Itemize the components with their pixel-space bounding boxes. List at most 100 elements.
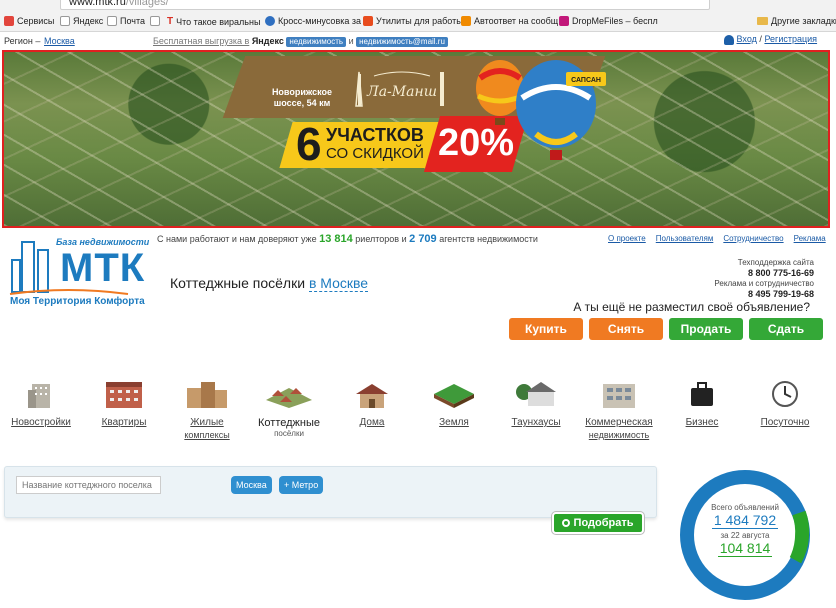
bookmark-mail[interactable]: Почта (107, 16, 145, 26)
sapsan-logo: САПСАН (571, 77, 601, 84)
bookmark-label: Кросс-минусовка за (278, 16, 361, 26)
bookmark-blank[interactable] (150, 16, 160, 26)
slash: / (759, 34, 762, 44)
city-selector[interactable]: в Москве (308, 275, 369, 292)
discount-label: СО СКИДКОЙ (326, 145, 424, 162)
category-daily-rent[interactable]: Посуточно (756, 380, 814, 429)
agencies-count: 2 709 (409, 233, 437, 245)
residential-complex-icon (187, 382, 227, 408)
category-label: Бизнес (685, 417, 719, 428)
bookmark-label: Яндекс (73, 16, 104, 26)
find-button-label: Подобрать (573, 517, 634, 529)
support-phone: 8 800 775-16-69 (747, 268, 814, 278)
listings-stats: Всего объявлений 1 484 792 за 22 августа… (690, 503, 800, 558)
let-button[interactable]: Сдать (749, 318, 823, 340)
find-button[interactable]: Подобрать (552, 512, 644, 534)
page-title-text: Коттеджные посёлки (170, 275, 306, 291)
logo-letters: МТК (60, 246, 146, 290)
auth-links: Вход / Регистрация (724, 34, 817, 45)
bookmark-apps[interactable]: Сервисы (4, 16, 54, 26)
region-link[interactable]: Москва (44, 36, 75, 46)
other-bookmarks[interactable]: Другие закладки (757, 16, 836, 26)
mail-realty-badge[interactable]: недвижимость@mail.ru (356, 37, 448, 47)
category-new-buildings[interactable]: Новостройки (8, 380, 74, 429)
daily-listings-value: 104 814 (717, 540, 773, 557)
free-export-link[interactable]: Бесплатная выгрузка в (153, 36, 249, 46)
category-label: Земля (439, 417, 469, 428)
page-icon (60, 16, 70, 26)
bookmark-viral[interactable]: T Что такое виральны (167, 16, 260, 27)
site-links: О проекте Пользователям Сотрудничество Р… (608, 234, 826, 243)
category-sublabel: посёлки (274, 429, 304, 438)
login-link[interactable]: Вход (737, 34, 757, 44)
category-land[interactable]: Земля (432, 380, 476, 429)
category-label: Коттеджные (258, 417, 320, 429)
sell-button[interactable]: Продать (669, 318, 743, 340)
bookmark-label: Сервисы (17, 16, 55, 26)
bookmark-label: Что такое виральны (176, 16, 261, 27)
cooperation-link[interactable]: Сотрудничество (723, 234, 783, 243)
banner-location: Новорижское шоссе, 54 км (271, 87, 333, 108)
plots-count: 6 (296, 118, 322, 170)
contacts: Техподдержка сайта 8 800 775-16-69 Рекла… (714, 258, 814, 300)
bookmark-dropmefiles[interactable]: DropMeFiles – беспл (559, 16, 658, 26)
page-title: Коттеджные посёлки в Москве (170, 275, 369, 292)
office-icon (461, 16, 471, 26)
category-residential-complexes[interactable]: Жилые комплексы (178, 380, 236, 441)
advertising-link[interactable]: Реклама (794, 234, 826, 243)
bookmark-label: Почта (120, 16, 145, 26)
city-chip[interactable]: Москва (231, 476, 272, 494)
ads-phone: 8 495 799-19-68 (747, 289, 814, 299)
rent-button[interactable]: Снять (589, 318, 663, 340)
category-apartments[interactable]: Квартиры (98, 380, 150, 429)
bookmark-label: Автоответ на сообщ (474, 16, 559, 26)
category-sublabel: недвижимость (588, 430, 650, 440)
support-label: Техподдержка сайта (737, 258, 814, 267)
trust-line: С нами работают и нам доверяют уже 13 81… (157, 233, 538, 245)
lamansh-brand: Ла-Манш (366, 84, 437, 100)
arrow-icon (559, 16, 569, 26)
daily-listings-label: за 22 августа (720, 531, 770, 540)
category-commercial[interactable]: Коммерческая недвижимость (580, 380, 658, 441)
about-link[interactable]: О проекте (608, 234, 646, 243)
globe-icon (265, 16, 275, 26)
cottage-village-icon (266, 388, 312, 408)
address-bar[interactable]: www.mtk.ru/villages/ (60, 0, 710, 10)
village-name-input[interactable] (16, 476, 161, 494)
register-link[interactable]: Регистрация (764, 34, 817, 44)
category-label: Посуточно (760, 417, 810, 428)
category-label: Дома (359, 417, 385, 428)
yandex-realty-badge[interactable]: недвижимость (286, 37, 347, 47)
category-business[interactable]: Бизнес (680, 380, 724, 429)
realtors-text: риелторов и (355, 234, 407, 244)
other-bookmarks-label: Другие закладки (771, 16, 836, 26)
bookmark-autoreply[interactable]: Автоответ на сообщ (461, 16, 558, 26)
clock-icon (772, 381, 798, 407)
url-host: www.mtk.ru (69, 0, 126, 8)
apartments-icon (106, 382, 142, 408)
bookmark-label: Утилиты для работы (376, 16, 463, 26)
total-listings-value: 1 484 792 (711, 512, 779, 529)
category-houses[interactable]: Дома (350, 380, 394, 429)
hot-air-balloons-image: САПСАН (476, 60, 606, 160)
house-icon (356, 384, 388, 408)
category-townhouses[interactable]: Таунхаусы (506, 380, 566, 429)
buy-button[interactable]: Купить (509, 318, 583, 340)
high-rise-icon (28, 384, 50, 408)
bookmark-utils[interactable]: Утилиты для работы (363, 16, 463, 26)
free-export: Бесплатная выгрузка в Яндекс недвижимост… (153, 36, 448, 47)
ads-label: Реклама и сотрудничество (714, 279, 814, 288)
category-cottage-villages[interactable]: Коттеджные посёлки (252, 380, 326, 438)
total-listings-label: Всего объявлений (711, 503, 779, 512)
bookmark-cross[interactable]: Кросс-минусовка за (265, 16, 361, 26)
bookmark-label: DropMeFiles – беспл (572, 16, 658, 26)
promo-banner[interactable]: Новорижское шоссе, 54 км Ла-Манш 6 УЧАСТ… (2, 50, 830, 228)
t-logo-icon: T (167, 16, 174, 27)
metro-chip[interactable]: + Метро (279, 476, 324, 494)
land-plot-icon (434, 384, 474, 408)
browser-toolbar: www.mtk.ru/villages/ (0, 0, 836, 12)
bookmark-yandex[interactable]: Яндекс (60, 16, 103, 26)
users-link[interactable]: Пользователям (656, 234, 714, 243)
region-label: Регион – (4, 36, 41, 46)
category-label: Квартиры (101, 417, 147, 428)
